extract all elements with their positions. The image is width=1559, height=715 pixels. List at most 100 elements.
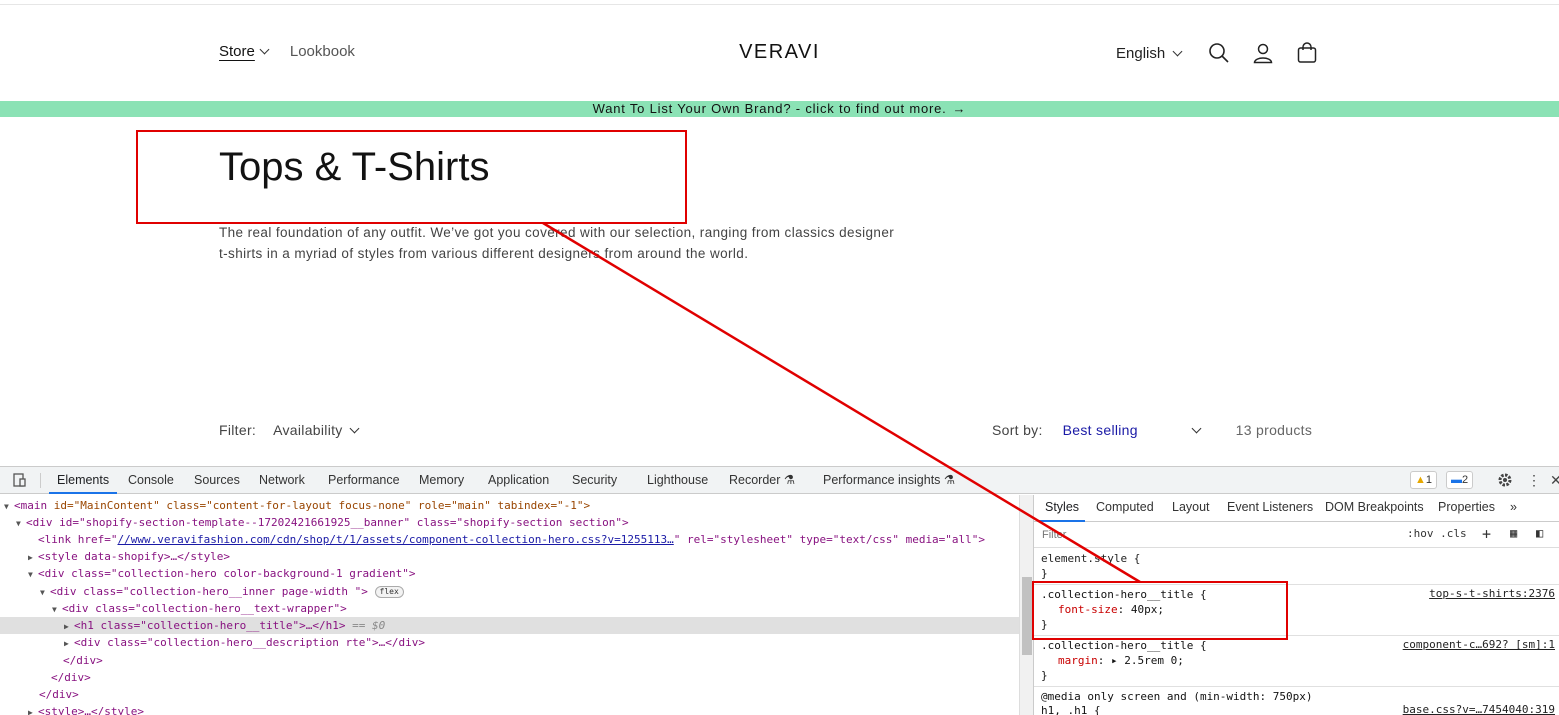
sidebar-toggle-icon[interactable]: ◧	[1536, 526, 1543, 540]
tab-event-listeners[interactable]: Event Listeners	[1227, 495, 1313, 522]
description-line: The real foundation of any outfit. We’ve…	[219, 225, 895, 240]
warnings-badge[interactable]: ▲1	[1410, 471, 1438, 489]
dom-node-text-wrapper[interactable]: ▼ <div class="collection-hero__text-wrapp…	[0, 600, 1019, 617]
cart-icon[interactable]	[1295, 41, 1319, 65]
css-value: : ▸ 2.5rem 0;	[1097, 654, 1184, 667]
dom-text: <div id="shopify-section-template--17202…	[26, 516, 629, 529]
more-options-icon[interactable]: ⋮	[1526, 472, 1542, 488]
flex-badge[interactable]: flex	[374, 586, 404, 598]
expand-triangle-icon[interactable]: ▼	[40, 584, 50, 601]
tab-network[interactable]: Network	[259, 467, 305, 494]
tab-performance-insights-label: Performance insights	[823, 473, 941, 487]
chevron-down-icon[interactable]	[1191, 423, 1202, 433]
dom-close-tag: </div>	[0, 686, 1019, 703]
tab-sources[interactable]: Sources	[194, 467, 240, 494]
tab-styles[interactable]: Styles	[1039, 495, 1086, 522]
css-declaration[interactable]: margin: ▸ 2.5rem 0;	[1058, 653, 1184, 669]
dom-text: <div class="collection-hero__text-wrappe…	[62, 602, 347, 615]
warnings-count: 1	[1425, 474, 1433, 486]
dom-ref: == $0	[352, 619, 386, 632]
tab-dom-breakpoints[interactable]: DOM Breakpoints	[1325, 495, 1424, 522]
element-style-rule[interactable]: element.style {	[1041, 551, 1140, 567]
dom-text: <h1 class="collection-hero__title">…</h1…	[74, 619, 346, 632]
dom-text: <link href="	[38, 533, 118, 546]
rule-divider	[1034, 686, 1559, 687]
expand-triangle-icon[interactable]: ▼	[16, 515, 26, 532]
styles-filter-input[interactable]	[1038, 525, 1396, 544]
dom-node-h1-selected[interactable]: ▶ <h1 class="collection-hero__title">…</h…	[0, 617, 1019, 634]
dom-node-link[interactable]: <link href="//www.veravifashion.com/cdn/…	[0, 531, 1019, 548]
tab-recorder[interactable]: Recorder ⚗	[729, 467, 795, 494]
collapse-triangle-icon[interactable]: ▶	[28, 704, 38, 715]
devtools-panel: Elements Console Sources Network Perform…	[0, 466, 1559, 715]
messages-badge[interactable]: ▬2	[1446, 471, 1474, 489]
tab-layout[interactable]: Layout	[1172, 495, 1210, 522]
sort-label: Sort by:	[992, 422, 1043, 438]
filter-label: Filter:	[219, 422, 257, 438]
dom-text: <style data-shopify>…</style>	[38, 550, 231, 563]
close-icon[interactable]: ✕	[1550, 472, 1559, 488]
elements-tree: ▼ <main id="MainContent" class="content-f…	[0, 495, 1019, 715]
dom-node-style[interactable]: ▶ <style>…</style>	[0, 703, 1019, 715]
collapse-triangle-icon[interactable]: ▶	[64, 635, 74, 652]
announcement-bar[interactable]: Want To List Your Own Brand? - click to …	[0, 101, 1559, 117]
dom-node-main[interactable]: ▼ <main id="MainContent" class="content-f…	[0, 497, 1019, 514]
paint-icon[interactable]: ▦	[1510, 526, 1517, 540]
tab-lighthouse[interactable]: Lighthouse	[647, 467, 708, 494]
dom-close-tag: </div>	[0, 652, 1019, 669]
styles-filter-bar: :hov .cls + ▦ ◧	[1034, 522, 1559, 548]
language-selector[interactable]: English	[1116, 44, 1183, 62]
more-tabs-icon[interactable]: »	[1510, 495, 1517, 522]
elements-scrollbar[interactable]	[1019, 495, 1033, 715]
dom-text: </div>	[63, 654, 103, 667]
tab-security[interactable]: Security	[572, 467, 617, 494]
rule-source-link[interactable]: top-s-t-shirts:2376	[1429, 587, 1555, 600]
rule-source-link[interactable]: component-c…692? [sm]:1	[1403, 638, 1555, 651]
collection-description: The real foundation of any outfit. We’ve…	[219, 222, 949, 264]
arrow-right-icon: →	[952, 101, 967, 116]
expand-triangle-icon[interactable]: ▼	[28, 566, 38, 583]
dom-node-inner[interactable]: ▼ <div class="collection-hero__inner page…	[0, 583, 1019, 600]
dom-attrs: id="MainContent" class="content-for-layo…	[47, 499, 591, 512]
state-class-toggles[interactable]: :hov .cls	[1407, 527, 1467, 540]
add-rule-icon[interactable]: +	[1482, 525, 1491, 543]
expand-triangle-icon[interactable]: ▼	[4, 498, 14, 515]
filter-bar: Filter: Availability	[219, 422, 360, 438]
tab-performance[interactable]: Performance	[328, 467, 400, 494]
device-toggle-icon[interactable]	[12, 472, 28, 488]
rule-selector[interactable]: .collection-hero__title {	[1041, 638, 1207, 654]
flask-icon: ⚗	[943, 473, 956, 487]
dom-tag: <main	[14, 499, 48, 512]
rule-source-link[interactable]: base.css?v=…7454040:319	[1403, 703, 1555, 715]
expand-triangle-icon[interactable]: ▼	[52, 601, 62, 618]
tab-performance-insights[interactable]: Performance insights ⚗	[823, 467, 955, 494]
dom-node-collection-hero[interactable]: ▼ <div class="collection-hero color-backg…	[0, 565, 1019, 582]
messages-count: 2	[1462, 474, 1469, 486]
highlight-box-css-rule	[1032, 581, 1288, 640]
collapse-triangle-icon[interactable]: ▶	[64, 618, 74, 635]
sort-select[interactable]: Best selling	[1063, 422, 1193, 438]
availability-filter[interactable]: Availability	[273, 422, 360, 438]
dom-node-description[interactable]: ▶ <div class="collection-hero__descriptio…	[0, 634, 1019, 651]
tab-properties[interactable]: Properties	[1438, 495, 1495, 522]
language-label: English	[1116, 44, 1166, 62]
dom-text: </div>	[39, 688, 79, 701]
account-icon[interactable]	[1251, 41, 1275, 65]
stylesheet-link[interactable]: //www.veravifashion.com/cdn/shop/t/1/ass…	[117, 533, 673, 546]
rule-selector[interactable]: h1, .h1 {	[1041, 703, 1101, 715]
chevron-down-icon	[1172, 46, 1183, 56]
dom-text: <div class="collection-hero__description…	[74, 636, 425, 649]
scrollbar-thumb[interactable]	[1022, 577, 1032, 655]
search-icon[interactable]	[1207, 41, 1231, 65]
tab-elements[interactable]: Elements	[49, 467, 118, 494]
gear-icon[interactable]	[1497, 472, 1513, 488]
tab-memory[interactable]: Memory	[419, 467, 464, 494]
divider	[40, 473, 41, 488]
tab-console[interactable]: Console	[128, 467, 174, 494]
collapse-triangle-icon[interactable]: ▶	[28, 549, 38, 566]
tab-computed[interactable]: Computed	[1096, 495, 1154, 522]
dom-node-style[interactable]: ▶ <style data-shopify>…</style>	[0, 548, 1019, 565]
dom-node-section[interactable]: ▼ <div id="shopify-section-template--1720…	[0, 514, 1019, 531]
rule-close: }	[1041, 669, 1048, 682]
tab-application[interactable]: Application	[488, 467, 549, 494]
